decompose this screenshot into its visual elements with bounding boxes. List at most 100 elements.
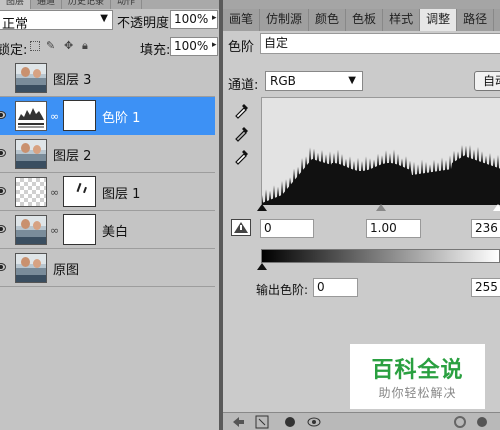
tab-swatches[interactable]: 色板 [346, 9, 384, 31]
fill-slider-arrow-icon[interactable]: ▸ [212, 40, 217, 50]
tab-color[interactable]: 颜色 [309, 9, 347, 31]
layer-mask-thumbnail[interactable] [63, 214, 96, 245]
input-gamma-slider[interactable] [376, 204, 386, 211]
layer-thumbnail [15, 139, 47, 169]
tab-adjustments[interactable]: 调整 [420, 9, 458, 31]
auto-button[interactable]: 自动 [474, 71, 500, 91]
input-white-field[interactable]: 236 [471, 219, 500, 238]
adjust-panel-tabs: 画笔 仿制源 颜色 色板 样式 调整 路径 [223, 9, 500, 31]
tab-layers[interactable]: 图层 [0, 0, 32, 9]
visibility-eye-icon[interactable] [307, 415, 321, 429]
photo-thumbnail-image [16, 216, 46, 244]
transparent-checker-image [16, 178, 46, 206]
black-point-eyedropper-icon[interactable] [232, 100, 252, 120]
layer-thumbnail [15, 253, 47, 283]
output-black-slider[interactable] [257, 263, 267, 270]
levels-histogram [261, 97, 500, 205]
layer-row-original[interactable]: 原图 [0, 249, 215, 287]
opacity-slider-arrow-icon[interactable]: ▸ [212, 13, 217, 23]
photo-thumbnail-image [16, 140, 46, 168]
layer-row-2[interactable]: 图层 2 [0, 135, 215, 173]
lock-all-icon[interactable]: 🔒︎ [82, 39, 88, 53]
tab-history[interactable]: 历史记录 [62, 0, 112, 9]
watermark: 百科全说 助你轻松解决 [350, 344, 485, 409]
white-point-eyedropper-icon[interactable] [232, 146, 252, 166]
watermark-title: 百科全说 [371, 358, 464, 383]
watermark-subtitle: 助你轻松解决 [378, 386, 457, 400]
input-white-slider[interactable] [493, 204, 500, 211]
blend-mode-value: 正常 [2, 17, 29, 32]
tab-clone-source[interactable]: 仿制源 [260, 9, 310, 31]
lock-fill-row: 锁定: ✎ ✥ 🔒︎ 填充: 100% ▸ [0, 37, 221, 61]
channel-select[interactable]: RGB ▼ [265, 71, 363, 91]
layers-panel-tabs: 图层 通道 历史记录 动作 [0, 0, 221, 9]
lock-pixels-brush-icon[interactable]: ✎ [46, 39, 55, 52]
mask-link-chain-icon[interactable]: ∞ [50, 186, 59, 199]
levels-preset-label: 色阶 [228, 40, 255, 55]
levels-adjustment-thumbnail [15, 101, 47, 131]
tab-brush[interactable]: 画笔 [223, 9, 261, 31]
layer-thumbnail [15, 63, 47, 93]
mask-stroke-mark [76, 182, 82, 193]
layer-mask-thumbnail[interactable] [63, 100, 96, 131]
photo-thumbnail-image [16, 254, 46, 282]
opacity-input[interactable]: 100% [170, 10, 218, 29]
clip-to-layer-icon[interactable] [283, 415, 297, 429]
blend-opacity-row: 正常 ▼ 不透明度: 100% ▸ [0, 10, 221, 34]
input-black-slider[interactable] [257, 204, 267, 211]
visibility-eye-icon[interactable] [0, 111, 6, 119]
layer-name[interactable]: 图层 1 [102, 183, 140, 202]
visibility-eye-icon[interactable] [0, 225, 6, 233]
layer-name[interactable]: 图层 3 [53, 69, 91, 88]
lock-transparency-icon[interactable] [30, 41, 40, 51]
levels-histogram-icon [18, 108, 44, 128]
mask-link-chain-icon[interactable]: ∞ [50, 110, 59, 123]
clipping-warning-icon[interactable] [231, 219, 251, 236]
layer-mask-thumbnail[interactable] [63, 176, 96, 207]
tab-styles[interactable]: 样式 [383, 9, 421, 31]
mask-stroke-mark [83, 186, 87, 194]
reset-icon[interactable] [453, 415, 467, 429]
adjustments-panel: 画笔 仿制源 颜色 色板 样式 调整 路径 色阶 自定 通道: RGB ▼ 自动… [223, 0, 500, 430]
layer-thumbnail [15, 177, 47, 207]
layer-row-levels-1[interactable]: ∞ 色阶 1 [0, 97, 215, 135]
lock-position-move-icon[interactable]: ✥ [64, 39, 73, 52]
input-black-field[interactable]: 0 [260, 219, 314, 238]
output-black-field[interactable]: 0 [313, 278, 358, 297]
visibility-eye-icon[interactable] [0, 149, 6, 157]
visibility-eye-icon[interactable] [0, 263, 6, 271]
tab-paths[interactable]: 路径 [457, 9, 495, 31]
tab-channels[interactable]: 通道 [31, 0, 63, 9]
output-gradient-bar [261, 249, 500, 263]
preset-select[interactable]: 自定 [260, 33, 500, 54]
photo-thumbnail-image [16, 64, 46, 92]
visibility-eye-icon[interactable] [0, 187, 6, 195]
histogram-area [262, 145, 500, 205]
opacity-label: 不透明度: [117, 16, 174, 31]
layer-row-3[interactable]: 图层 3 [0, 59, 215, 97]
adjust-bottom-toolbar [223, 412, 500, 430]
panel-top-strip [223, 0, 500, 9]
mask-link-chain-icon[interactable]: ∞ [50, 224, 59, 237]
lock-label: 锁定: [0, 43, 28, 58]
layer-name[interactable]: 图层 2 [53, 145, 91, 164]
layer-row-whitening[interactable]: ∞ 美白 [0, 211, 215, 249]
expand-view-icon[interactable] [255, 415, 269, 429]
layer-name[interactable]: 美白 [102, 221, 128, 240]
chevron-down-icon: ▼ [348, 75, 356, 86]
layer-name[interactable]: 色阶 1 [102, 107, 140, 126]
layers-panel: 图层 通道 历史记录 动作 正常 ▼ 不透明度: 100% ▸ 锁定: ✎ ✥ … [0, 0, 221, 430]
tab-actions[interactable]: 动作 [111, 0, 143, 9]
output-white-field[interactable]: 255 [471, 278, 500, 297]
layer-row-1[interactable]: ∞ 图层 1 [0, 173, 215, 211]
fill-input[interactable]: 100% [170, 37, 218, 56]
reset-previous-icon[interactable] [475, 415, 489, 429]
layer-thumbnail [15, 215, 47, 245]
histogram-graph [262, 145, 500, 205]
blend-mode-select[interactable]: 正常 ▼ [0, 10, 113, 32]
back-arrow-icon[interactable] [231, 415, 245, 429]
gray-point-eyedropper-icon[interactable] [232, 123, 252, 143]
channel-label: 通道: [228, 78, 259, 93]
layer-name[interactable]: 原图 [53, 259, 79, 278]
input-gamma-field[interactable]: 1.00 [366, 219, 421, 238]
